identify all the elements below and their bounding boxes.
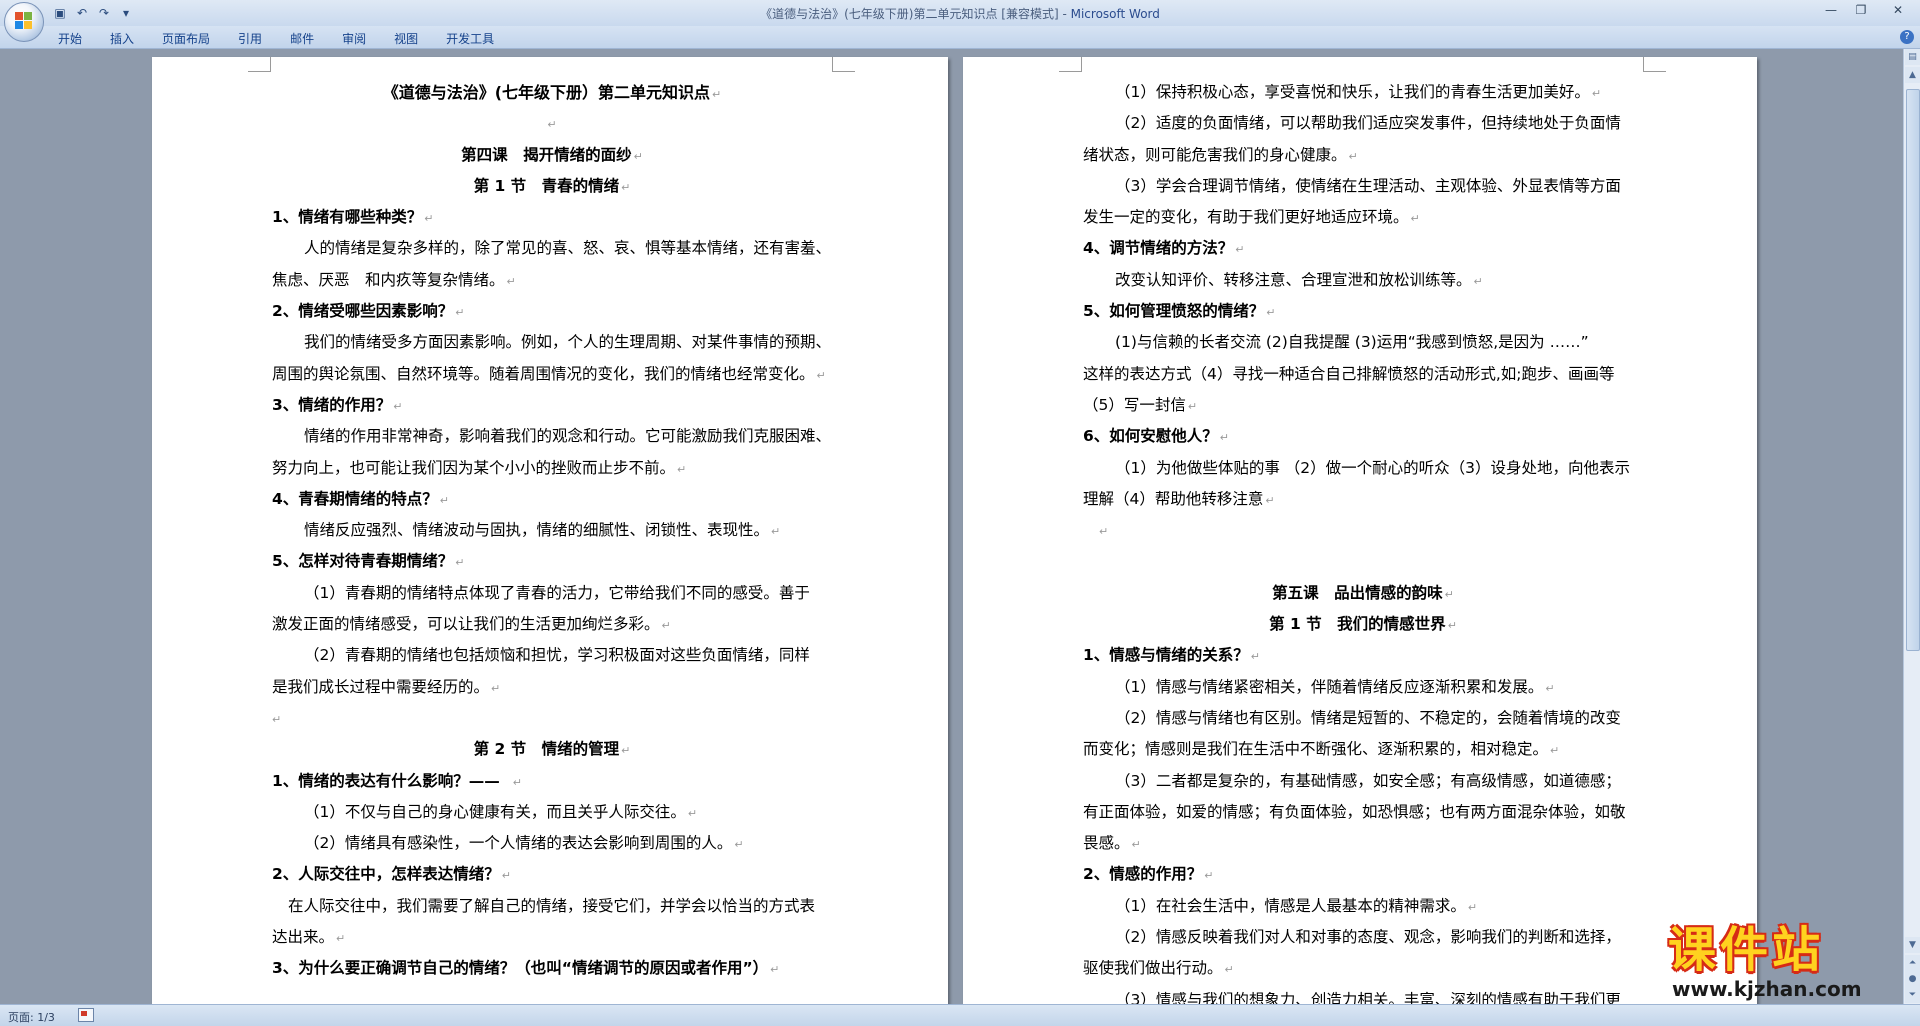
paragraph-line: （2）青春期的情绪也包括烦恼和担忧，学习积极面对这些负面情绪，同样	[304, 646, 810, 665]
question-heading: 3、情绪的作用？ ↵	[272, 395, 403, 414]
lesson-heading: 第四课 揭开情绪的面纱 ↵	[461, 145, 643, 164]
help-icon[interactable]: ?	[1900, 30, 1914, 44]
minimize-icon[interactable]: —	[1816, 0, 1846, 20]
paragraph-line: （3）学会合理调节情绪，使情绪在生理活动、主观体验、外显表情等方面	[1115, 176, 1621, 195]
section-heading: 第 1 节 青春的情绪 ↵	[473, 176, 631, 195]
watermark-url: www.kjzhan.com	[1672, 977, 1862, 1001]
paragraph-line: 绪状态，则可能危害我们的身心健康。 ↵	[1083, 145, 1358, 164]
vertical-scrollbar[interactable]: ▤ ▲ ▼ ⏶ ● ⏷	[1903, 49, 1920, 1004]
paragraph-line: 情绪反应强烈、情绪波动与固执，情绪的细腻性、闭锁性、表现性。 ↵	[304, 521, 781, 540]
empty-line: ↵	[547, 118, 557, 132]
crop-mark	[1643, 57, 1666, 72]
question-heading: 4、青春期情绪的特点？ ↵	[272, 489, 450, 508]
paragraph-line: (1)与信赖的长者交流 (2)自我提醒 (3)运用“我感到愤怒,是因为 ……”	[1115, 333, 1589, 352]
paragraph-line: （1）在社会生活中，情感是人最基本的精神需求。 ↵	[1115, 896, 1478, 915]
scrollbar-thumb[interactable]	[1906, 89, 1920, 651]
lesson-heading: 第五课 品出情感的韵味 ↵	[1272, 583, 1454, 602]
question-heading: 1、情绪有哪些种类？ ↵	[272, 208, 434, 227]
title-bar: ▣ ↶ ↷ ▾ 《道德与法治》(七年级下册)第二单元知识点 [兼容模式] - M…	[0, 0, 1920, 26]
paragraph-line: 达出来。 ↵	[272, 928, 346, 947]
tab-mailings[interactable]: 邮件	[290, 30, 314, 47]
ribbon-tab-bar: 开始 插入 页面布局 引用 邮件 审阅 视图 开发工具 ?	[0, 26, 1920, 49]
document-page-right[interactable]: （1）保持积极心态，享受喜悦和快乐，让我们的青春生活更加美好。 ↵ （2）适度的负…	[963, 57, 1757, 1004]
paragraph-line: （1）不仅与自己的身心健康有关，而且关乎人际交往。 ↵	[304, 802, 698, 821]
paragraph-line: 发生一定的变化，有助于我们更好地适应环境。 ↵	[1083, 208, 1420, 227]
paragraph-line: 畏感。 ↵	[1083, 834, 1141, 853]
document-title-heading: 《道德与法治》(七年级下册）第二单元知识点 ↵	[382, 83, 722, 102]
paragraph-line: 情绪的作用非常神奇，影响着我们的观念和行动。它可能激励我们克服困难、	[304, 427, 832, 446]
paragraph-line: 是我们成长过程中需要经历的。 ↵	[272, 677, 501, 696]
watermark-logo: 课件站 www.kjzhan.com	[1668, 922, 1908, 1004]
paragraph-line: （2）适度的负面情绪，可以帮助我们适应突发事件，但持续地处于负面情	[1115, 114, 1621, 133]
office-logo-icon	[15, 12, 33, 30]
section-heading: 第 1 节 我们的情感世界 ↵	[1269, 615, 1457, 634]
paragraph-line: （5）写一封信 ↵	[1083, 395, 1198, 414]
paragraph-line: 努力向上，也可能让我们因为某个小小的挫败而止步不前。 ↵	[272, 458, 687, 477]
question-heading: 6、如何安慰他人？ ↵	[1083, 427, 1230, 446]
empty-line: ↵	[272, 712, 282, 726]
ruler-toggle-icon[interactable]: ▤	[1905, 49, 1920, 65]
paragraph-line: 这样的表达方式（4）寻找一种适合自己排解愤怒的活动形式,如;跑步、画画等	[1083, 364, 1615, 383]
paragraph-line: （1）为他做些体贴的事 （2）做一个耐心的听众（3）设身处地，向他表示	[1115, 458, 1631, 477]
paragraph-line: （1）青春期的情绪特点体现了青春的活力，它带给我们不同的感受。善于	[304, 583, 810, 602]
question-heading: 1、情感与情绪的关系？ ↵	[1083, 646, 1261, 665]
restore-icon[interactable]: ❐	[1846, 0, 1876, 20]
crop-mark	[248, 57, 271, 72]
paragraph-line: （2）情绪具有感染性，一个人情绪的表达会影响到周围的人。 ↵	[304, 834, 744, 853]
watermark-title: 课件站	[1668, 922, 1825, 978]
document-workspace: 《道德与法治》(七年级下册）第二单元知识点 ↵ ↵ 第四课 揭开情绪的面纱 ↵ 第 …	[0, 49, 1903, 1004]
paragraph-line: 理解（4）帮助他转移注意 ↵	[1083, 489, 1275, 508]
paragraph-line: 改变认知评价、转移注意、合理宣泄和放松训练等。 ↵	[1115, 270, 1483, 289]
tab-page-layout[interactable]: 页面布局	[162, 30, 210, 47]
proofing-icon[interactable]	[78, 1008, 94, 1022]
window-title: 《道德与法治》(七年级下册)第二单元知识点 [兼容模式] - Microsoft…	[0, 5, 1920, 22]
crop-mark	[832, 57, 855, 72]
document-title: 《道德与法治》(七年级下册)第二单元知识点 [兼容模式] -	[760, 7, 1071, 21]
empty-line: ↵	[1099, 525, 1109, 539]
paragraph-line: 有正面体验，如爱的情感；有负面体验，如恐惧感；也有两方面混杂体验，如敬	[1083, 802, 1626, 821]
paragraph-line: 在人际交往中，我们需要了解自己的情绪，接受它们，并学会以恰当的方式表	[288, 896, 816, 915]
question-heading: 2、人际交往中，怎样表达情绪？ ↵	[272, 865, 512, 884]
paragraph-line: 焦虑、厌恶 和内疚等复杂情绪。 ↵	[272, 270, 516, 289]
tab-developer[interactable]: 开发工具	[446, 30, 494, 47]
close-icon[interactable]: ✕	[1876, 0, 1920, 20]
empty-line	[1083, 546, 1643, 577]
scroll-up-icon[interactable]: ▲	[1905, 67, 1920, 83]
page-left-text: 《道德与法治》(七年级下册）第二单元知识点 ↵ ↵ 第四课 揭开情绪的面纱 ↵ 第 …	[272, 77, 832, 985]
paragraph-line: （1）情感与情绪紧密相关，伴随着情绪反应逐渐积累和发展。 ↵	[1115, 677, 1555, 696]
question-heading: 1、情绪的表达有什么影响？—— ↵	[272, 771, 523, 790]
paragraph-line: （1）保持积极心态，享受喜悦和快乐，让我们的青春生活更加美好。 ↵	[1115, 83, 1602, 101]
paragraph-line: 人的情绪是复杂多样的，除了常见的喜、怒、哀、惧等基本情绪，还有害羞、	[304, 239, 832, 258]
tab-home[interactable]: 开始	[58, 30, 82, 47]
app-name: Microsoft Word	[1070, 7, 1160, 21]
crop-mark	[1059, 57, 1082, 72]
tab-review[interactable]: 审阅	[342, 30, 366, 47]
paragraph-line: （3）情感与我们的想象力、创造力相关。丰富、深刻的情感有助于我们更	[1115, 990, 1621, 1004]
page-count[interactable]: 页面: 1/3	[8, 1009, 55, 1025]
paragraph-line: 驱使我们做出行动。 ↵	[1083, 959, 1234, 978]
page-right-text: （1）保持积极心态，享受喜悦和快乐，让我们的青春生活更加美好。 ↵ （2）适度的负…	[1083, 77, 1643, 1004]
paragraph-line: （2）情感反映着我们对人和对事的态度、观念，影响我们的判断和选择，	[1115, 928, 1621, 947]
question-heading: 2、情感的作用？ ↵	[1083, 865, 1214, 884]
question-heading: 2、情绪受哪些因素影响？ ↵	[272, 302, 465, 321]
question-heading: 5、如何管理愤怒的情绪？ ↵	[1083, 302, 1276, 321]
status-bar: 页面: 1/3	[0, 1004, 1920, 1026]
paragraph-line: （3）二者都是复杂的，有基础情感，如安全感；有高级情感，如道德感；	[1115, 771, 1621, 790]
paragraph-line: 而变化；情感则是我们在生活中不断强化、逐渐积累的，相对稳定。 ↵	[1083, 740, 1560, 759]
paragraph-line: 周围的舆论氛围、自然环境等。随着周围情况的变化，我们的情绪也经常变化。 ↵	[272, 364, 826, 383]
document-page-left[interactable]: 《道德与法治》(七年级下册）第二单元知识点 ↵ ↵ 第四课 揭开情绪的面纱 ↵ 第 …	[152, 57, 948, 1004]
tab-references[interactable]: 引用	[238, 30, 262, 47]
paragraph-line: （2）情感与情绪也有区别。情绪是短暂的、不稳定的，会随着情境的改变	[1115, 708, 1621, 727]
question-heading: 3、为什么要正确调节自己的情绪？（也叫“情绪调节的原因或者作用”） ↵	[272, 959, 780, 978]
question-heading: 4、调节情绪的方法？ ↵	[1083, 239, 1245, 258]
window-controls: — ❐ ✕	[1816, 0, 1920, 20]
tab-insert[interactable]: 插入	[110, 30, 134, 47]
office-button[interactable]	[4, 2, 44, 42]
paragraph-line: 激发正面的情绪感受，可以让我们的生活更加绚烂多彩。 ↵	[272, 615, 671, 634]
section-heading: 第 2 节 情绪的管理 ↵	[473, 740, 631, 759]
ribbon-tabs: 开始 插入 页面布局 引用 邮件 审阅 视图 开发工具	[58, 30, 522, 47]
tab-view[interactable]: 视图	[394, 30, 418, 47]
paragraph-line: 我们的情绪受多方面因素影响。例如，个人的生理周期、对某件事情的预期、	[304, 333, 832, 352]
question-heading: 5、怎样对待青春期情绪？ ↵	[272, 552, 465, 571]
